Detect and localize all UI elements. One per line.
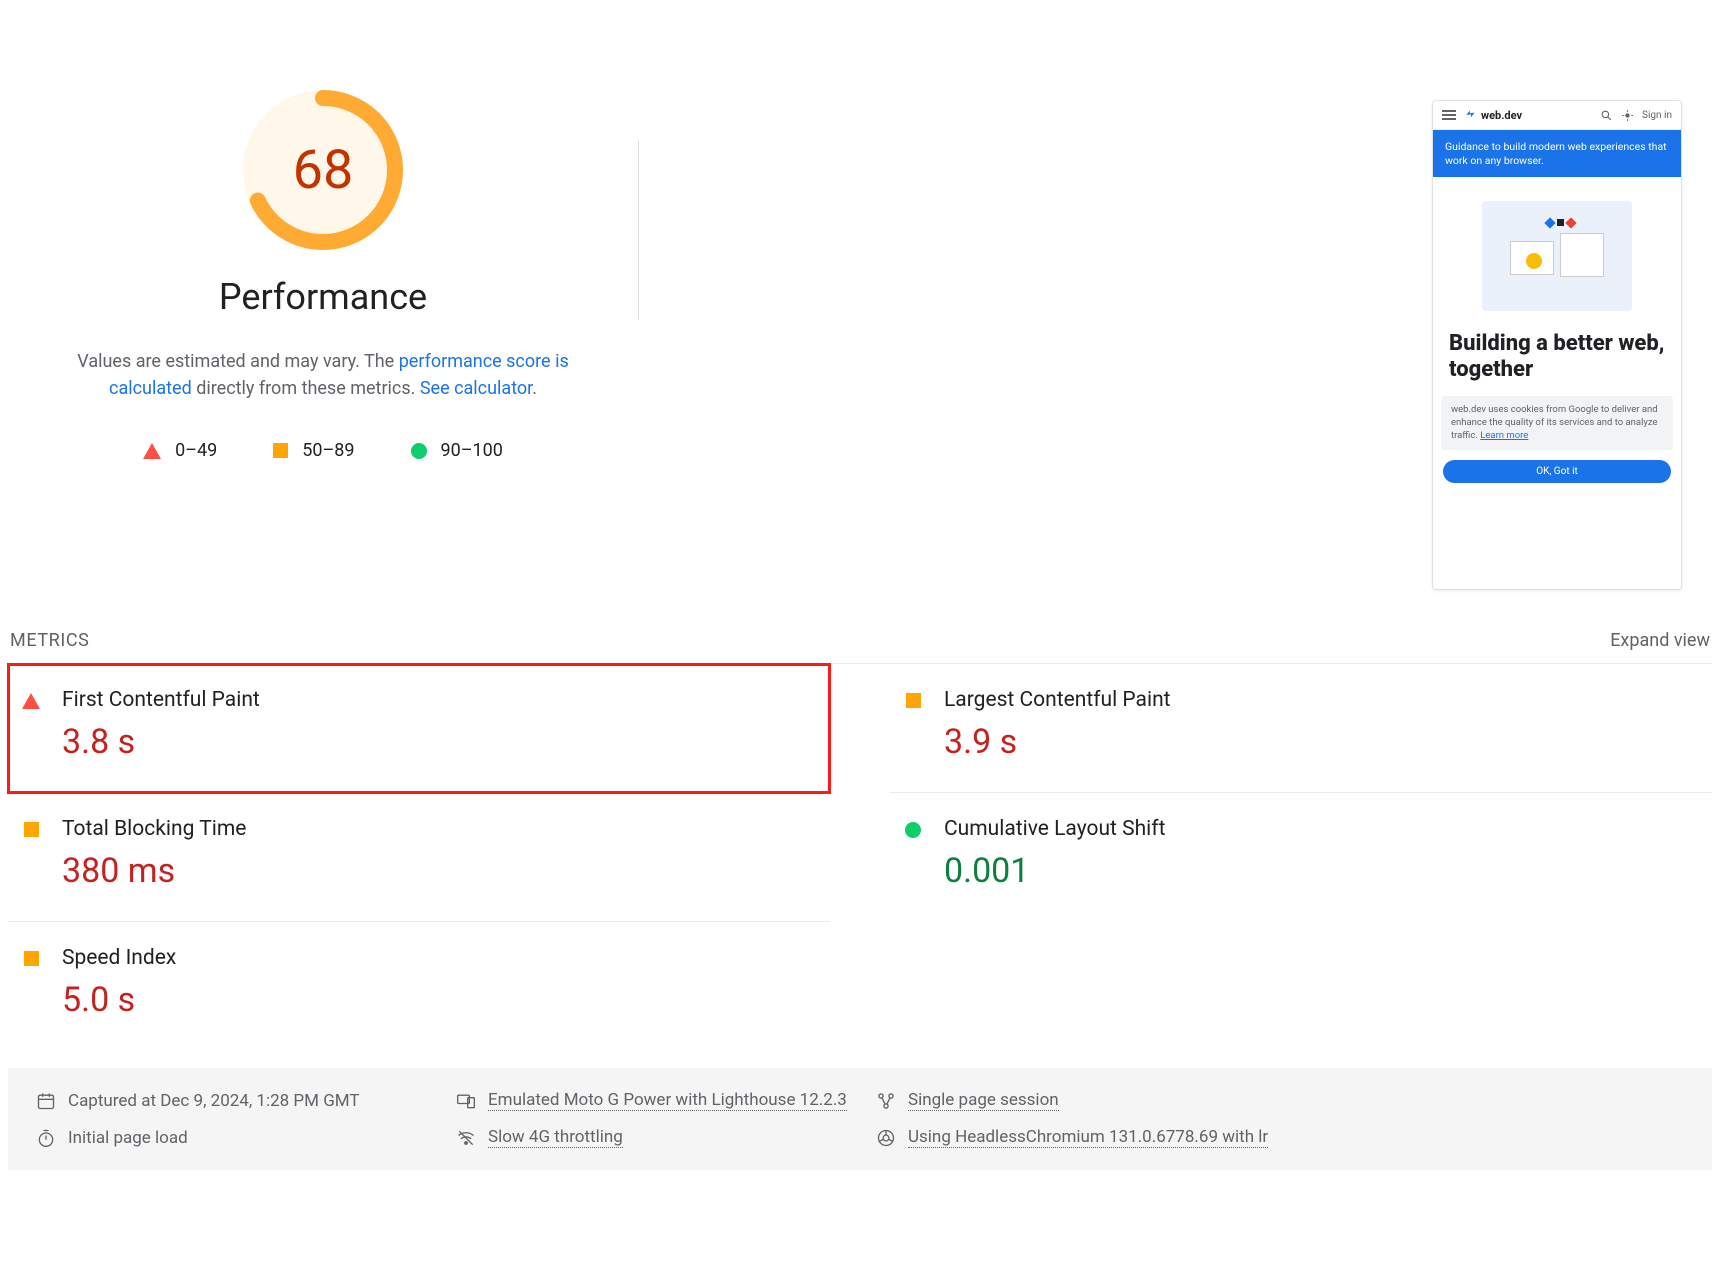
- triangle-icon: [22, 693, 40, 709]
- metric-value: 3.8 s: [62, 722, 260, 762]
- square-icon: [906, 693, 921, 708]
- metric-cls[interactable]: Cumulative Layout Shift 0.001: [890, 793, 1712, 922]
- page-screenshot-preview: web.dev Sign in Guidance to build modern…: [1432, 100, 1682, 590]
- theme-icon: [1621, 109, 1634, 122]
- square-icon: [24, 951, 39, 966]
- preview-gotit-button: OK, Got it: [1443, 460, 1671, 483]
- search-icon: [1600, 109, 1613, 122]
- preview-hero: [1433, 177, 1681, 319]
- calendar-icon: [36, 1091, 56, 1111]
- triangle-icon: [143, 443, 161, 459]
- metric-name: Total Blocking Time: [62, 817, 246, 841]
- footer-loadtype: Initial page load: [36, 1127, 456, 1148]
- report-footer: Captured at Dec 9, 2024, 1:28 PM GMT Emu…: [8, 1068, 1712, 1170]
- metric-tbt[interactable]: Total Blocking Time 380 ms: [8, 793, 830, 922]
- metric-name: First Contentful Paint: [62, 688, 260, 712]
- metric-name: Largest Contentful Paint: [944, 688, 1171, 712]
- metric-value: 380 ms: [62, 851, 246, 891]
- performance-description: Values are estimated and may vary. The p…: [53, 348, 593, 402]
- metrics-header: METRICS Expand view: [8, 630, 1712, 663]
- footer-network[interactable]: Slow 4G throttling: [456, 1127, 876, 1148]
- performance-gauge: 68: [243, 90, 403, 250]
- metric-name: Cumulative Layout Shift: [944, 817, 1165, 841]
- square-icon: [273, 443, 288, 458]
- menu-icon: [1442, 110, 1456, 120]
- metrics-heading: METRICS: [10, 630, 89, 651]
- preview-headline: Building a better web, together: [1433, 319, 1681, 386]
- footer-captured: Captured at Dec 9, 2024, 1:28 PM GMT: [36, 1090, 456, 1111]
- footer-device[interactable]: Emulated Moto G Power with Lighthouse 12…: [456, 1090, 876, 1111]
- circle-icon: [905, 822, 921, 838]
- legend-fail: 0–49: [143, 440, 217, 461]
- legend-pass: 90–100: [411, 440, 503, 461]
- metric-value: 5.0 s: [62, 980, 176, 1020]
- footer-session[interactable]: Single page session: [876, 1090, 1684, 1111]
- preview-cookie-notice: web.dev uses cookies from Google to deli…: [1441, 396, 1673, 450]
- devices-icon: [456, 1091, 476, 1111]
- see-calculator-link[interactable]: See calculator: [420, 378, 532, 399]
- score-legend: 0–49 50–89 90–100: [143, 440, 503, 461]
- webdev-logo: web.dev: [1464, 108, 1522, 122]
- chrome-icon: [876, 1128, 896, 1148]
- metric-fcp[interactable]: First Contentful Paint 3.8 s: [8, 664, 830, 793]
- legend-average: 50–89: [273, 440, 354, 461]
- network-icon: [456, 1128, 476, 1148]
- metric-lcp[interactable]: Largest Contentful Paint 3.9 s: [890, 664, 1712, 793]
- performance-score: 68: [243, 90, 403, 250]
- metric-value: 3.9 s: [944, 722, 1171, 762]
- vertical-divider: [638, 140, 639, 320]
- metric-name: Speed Index: [62, 946, 176, 970]
- session-icon: [876, 1091, 896, 1111]
- performance-title: Performance: [219, 276, 427, 318]
- preview-banner: Guidance to build modern web experiences…: [1433, 130, 1681, 177]
- expand-view-toggle[interactable]: Expand view: [1610, 630, 1710, 651]
- footer-browser[interactable]: Using HeadlessChromium 131.0.6778.69 wit…: [876, 1127, 1684, 1148]
- square-icon: [24, 822, 39, 837]
- metric-value: 0.001: [944, 851, 1165, 891]
- signin-label: Sign in: [1642, 110, 1672, 121]
- metrics-grid: First Contentful Paint 3.8 s Largest Con…: [8, 663, 1712, 1050]
- performance-summary: 68 Performance Values are estimated and …: [8, 10, 1712, 590]
- stopwatch-icon: [36, 1128, 56, 1148]
- circle-icon: [411, 443, 427, 459]
- metric-si[interactable]: Speed Index 5.0 s: [8, 922, 830, 1050]
